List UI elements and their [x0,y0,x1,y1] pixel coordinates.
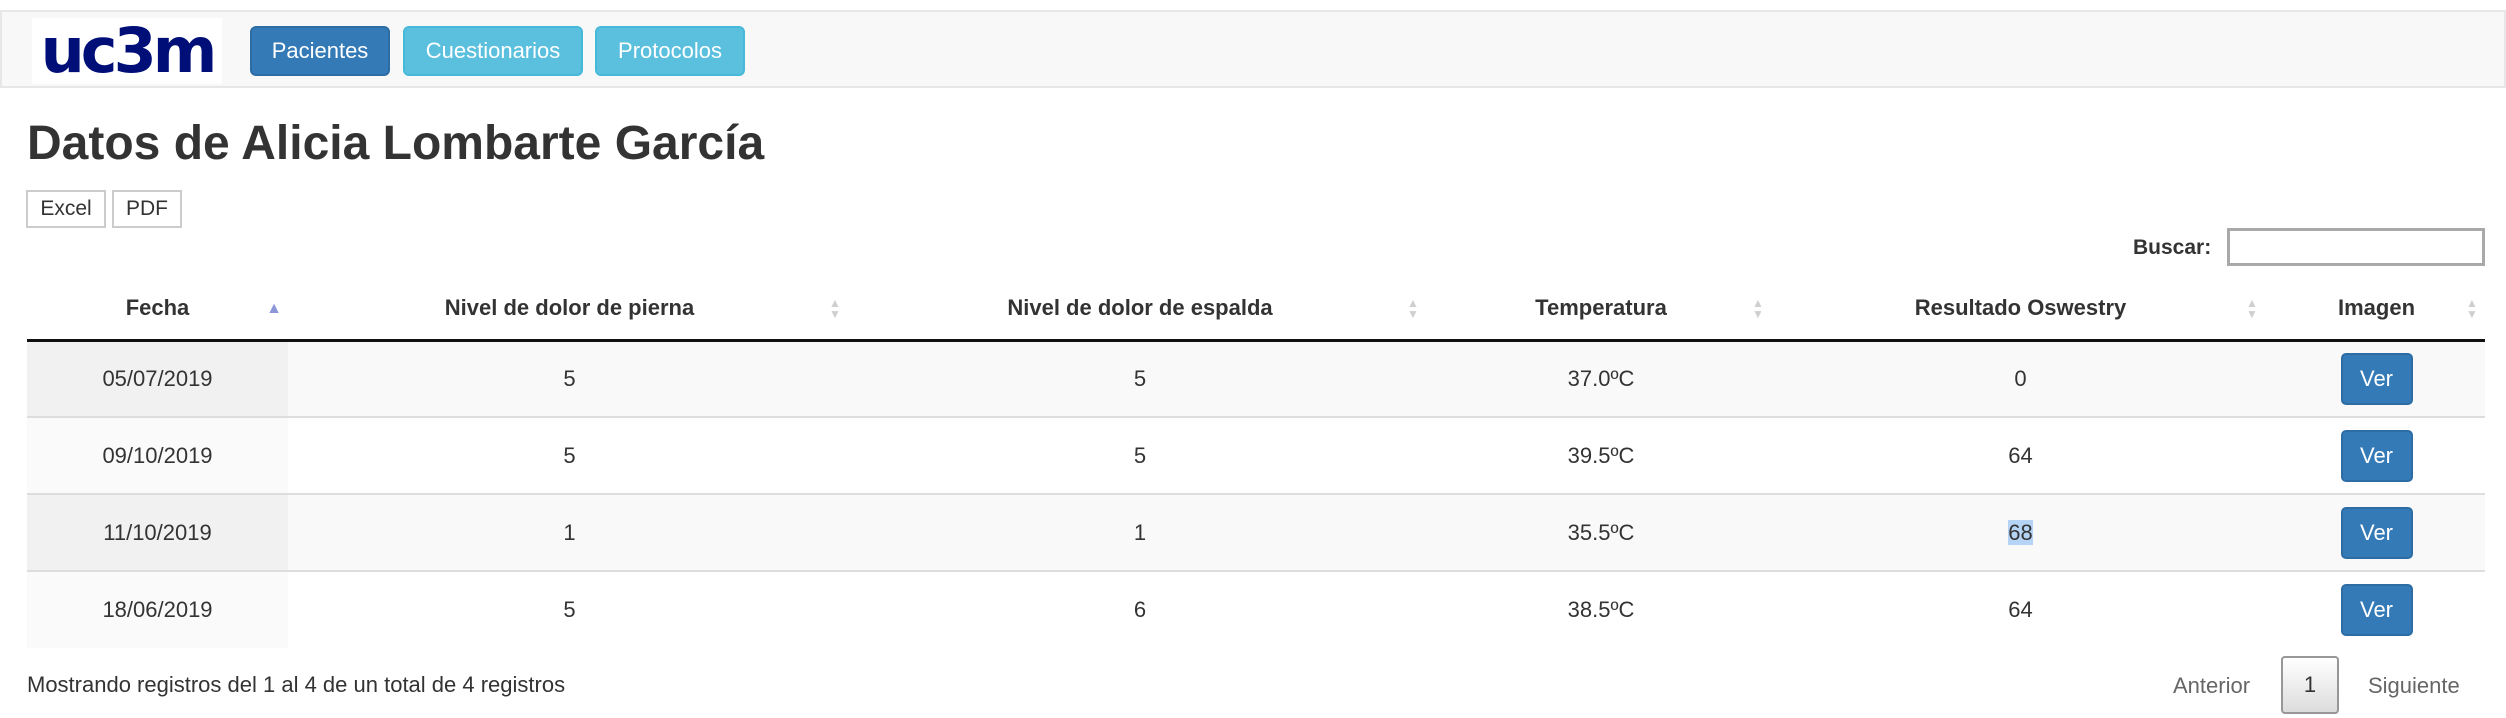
table-row: 05/07/2019 5 5 37.0ºC 0 Ver [27,339,2485,417]
nav-pacientes-button[interactable]: Pacientes [250,26,390,76]
column-header-label: Nivel de dolor de espalda [1007,295,1273,321]
column-header-fecha[interactable]: Fecha ▲ [27,278,288,342]
top-navbar: uc3m Pacientes Cuestionarios Protocolos [0,10,2506,88]
cell-imagen: Ver [2268,493,2485,571]
cell-oswestry: 68 [1773,493,2268,571]
table-row: 11/10/2019 1 1 35.5ºC 68 Ver [27,493,2485,571]
cell-fecha: 18/06/2019 [27,570,288,648]
ver-image-button[interactable]: Ver [2340,352,2413,405]
column-header-label: Temperatura [1535,295,1667,321]
ver-image-button[interactable]: Ver [2340,506,2413,559]
cell-oswestry: 64 [1773,416,2268,494]
cell-temperatura: 39.5ºC [1429,416,1773,494]
ver-image-button[interactable]: Ver [2340,429,2413,482]
export-pdf-button[interactable]: PDF [112,190,182,228]
sort-asc-icon: ▲ [266,300,282,317]
cell-fecha: 11/10/2019 [27,493,288,571]
cell-dolor-espalda: 6 [851,570,1429,648]
nav-cuestionarios-button[interactable]: Cuestionarios [403,26,583,76]
cell-imagen: Ver [2268,416,2485,494]
cell-dolor-pierna: 1 [288,493,851,571]
cell-imagen: Ver [2268,339,2485,417]
export-excel-button[interactable]: Excel [26,190,106,228]
sort-both-icon: ▲ ▼ [2246,296,2258,321]
sort-both-icon: ▲ ▼ [829,296,841,321]
table-row: 09/10/2019 5 5 39.5ºC 64 Ver [27,416,2485,494]
cell-dolor-espalda: 1 [851,493,1429,571]
column-header-label: Imagen [2337,295,2416,321]
column-header-dolor-pierna[interactable]: Nivel de dolor de pierna ▲ ▼ [288,278,851,342]
cell-dolor-pierna: 5 [288,339,851,417]
table-row: 18/06/2019 5 6 38.5ºC 64 Ver [27,570,2485,648]
cell-fecha: 09/10/2019 [27,416,288,494]
cell-temperatura: 38.5ºC [1429,570,1773,648]
column-header-dolor-espalda[interactable]: Nivel de dolor de espalda ▲ ▼ [851,278,1429,342]
uc3m-logo[interactable]: uc3m [32,18,222,84]
cell-temperatura: 37.0ºC [1429,339,1773,417]
column-header-oswestry[interactable]: Resultado Oswestry ▲ ▼ [1773,278,2268,342]
nav-protocolos-button[interactable]: Protocolos [595,26,745,76]
column-header-label: Nivel de dolor de pierna [444,295,695,321]
search-input[interactable] [2227,228,2485,266]
cell-oswestry: 0 [1773,339,2268,417]
logo-text: uc3m [40,14,218,87]
pagination-page-1[interactable]: 1 [2281,656,2339,714]
search-label: Buscar: [2133,236,2212,259]
column-header-imagen[interactable]: Imagen ▲ ▼ [2268,278,2485,342]
cell-dolor-espalda: 5 [851,339,1429,417]
sort-both-icon: ▲ ▼ [1752,296,1764,321]
cell-dolor-pierna: 5 [288,570,851,648]
cell-dolor-espalda: 5 [851,416,1429,494]
column-header-label: Resultado Oswestry [1914,295,2127,321]
table-header-row: Fecha ▲ Nivel de dolor de pierna ▲ ▼ Nive… [27,278,2485,342]
cell-imagen: Ver [2268,570,2485,648]
selected-text: 68 [2008,519,2033,545]
column-header-temperatura[interactable]: Temperatura ▲ ▼ [1429,278,1773,342]
cell-temperatura: 35.5ºC [1429,493,1773,571]
cell-oswestry: 64 [1773,570,2268,648]
sort-both-icon: ▲ ▼ [1407,296,1419,321]
sort-both-icon: ▲ ▼ [2466,296,2478,321]
column-header-label: Fecha [125,295,190,321]
patient-data-table: Fecha ▲ Nivel de dolor de pierna ▲ ▼ Nive… [27,278,2485,648]
pagination-previous[interactable]: Anterior [2173,673,2250,699]
pagination-next[interactable]: Siguiente [2368,673,2460,699]
page-title: Datos de Alicia Lombarte García [27,117,765,170]
cell-fecha: 05/07/2019 [27,339,288,417]
cell-dolor-pierna: 5 [288,416,851,494]
table-info-text: Mostrando registros del 1 al 4 de un tot… [27,672,566,697]
ver-image-button[interactable]: Ver [2340,584,2413,636]
